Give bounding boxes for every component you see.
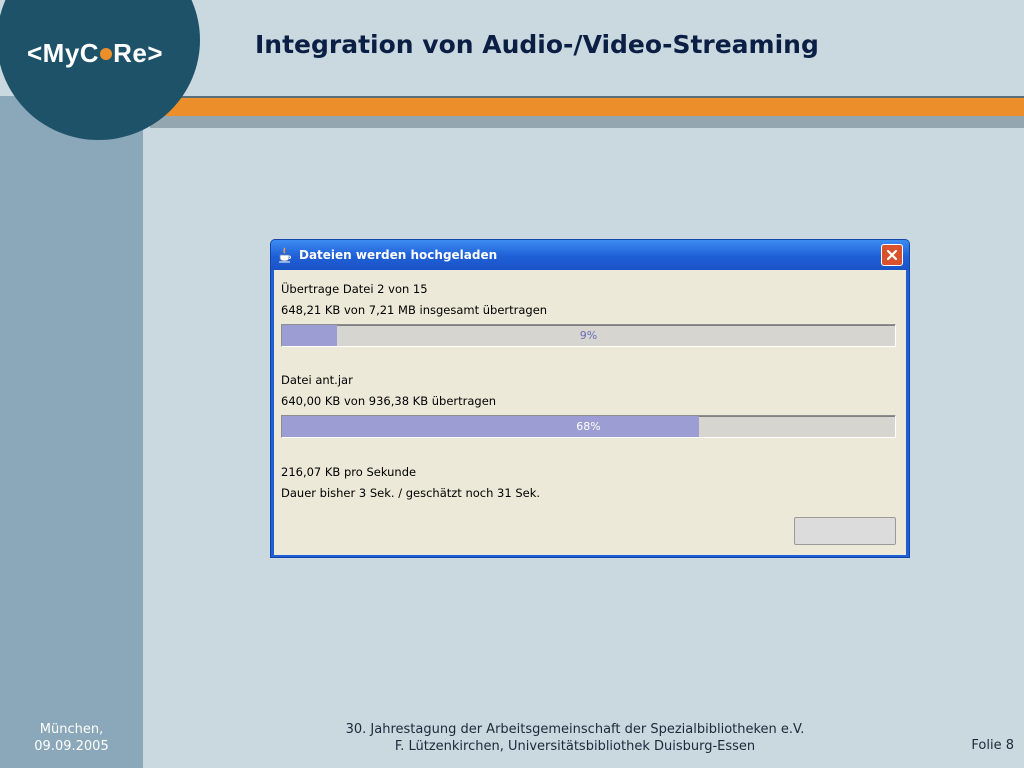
orange-accent-bar [150,96,1024,116]
footer-event: 30. Jahrestagung der Arbeitsgemeinschaft… [250,721,900,755]
java-cup-icon [277,247,293,263]
total-progress-bar: 9% [281,324,896,347]
footer-author: F. Lützenkirchen, Universitätsbibliothek… [394,739,756,754]
dialog-body: Übertrage Datei 2 von 15 648,21 KB von 7… [274,270,906,555]
speed-text: 216,07 KB pro Sekunde [281,465,417,479]
logo-text-part1: <MyC [27,38,100,68]
footer-date-value: 09.09.2005 [34,739,109,754]
close-icon [886,249,898,261]
logo-dot [100,48,113,60]
footer-event-title: 30. Jahrestagung der Arbeitsgemeinschaft… [345,722,805,737]
current-file-text: Datei ant.jar [281,373,353,387]
upload-dialog: Dateien werden hochgeladen Übertrage Dat… [270,239,910,558]
mycore-logo: <MyC Re> [10,38,180,69]
file-transfer-text: 640,00 KB von 936,38 KB übertragen [281,394,497,408]
slide-title: Integration von Audio-/Video-Streaming [255,30,819,59]
slide-number: Folie 8 [971,738,1014,753]
total-transfer-text: 648,21 KB von 7,21 MB insgesamt übertrag… [281,303,548,317]
cancel-button[interactable] [794,517,896,545]
steel-accent-bar [150,116,1024,128]
total-progress-label: 9% [579,329,598,342]
dialog-title: Dateien werden hochgeladen [299,248,498,262]
footer-date: München, 09.09.2005 [0,721,143,755]
logo-text-part2: Re> [113,38,163,68]
file-progress-bar: 68% [281,415,896,438]
dialog-titlebar[interactable]: Dateien werden hochgeladen [271,240,909,270]
close-button[interactable] [881,244,903,266]
duration-text: Dauer bisher 3 Sek. / geschätzt noch 31 … [281,486,541,500]
file-progress-label: 68% [576,420,601,433]
footer-location: München, [39,722,104,737]
file-count-text: Übertrage Datei 2 von 15 [281,282,428,296]
